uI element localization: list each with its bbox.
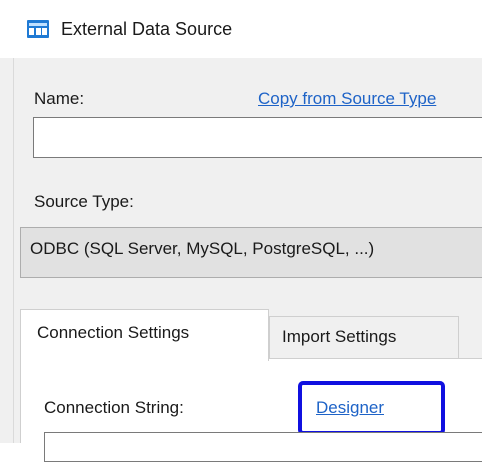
tab-connection-settings[interactable]: Connection Settings bbox=[20, 309, 269, 361]
source-type-label: Source Type: bbox=[34, 192, 134, 211]
external-data-table-icon bbox=[27, 20, 49, 38]
form-border bbox=[13, 58, 14, 443]
source-type-select[interactable]: ODBC (SQL Server, MySQL, PostgreSQL, ...… bbox=[20, 227, 482, 278]
name-field[interactable] bbox=[33, 117, 482, 158]
tab-import-settings[interactable]: Import Settings bbox=[269, 316, 459, 358]
window-title: External Data Source bbox=[61, 19, 233, 39]
connection-string-label: Connection String: bbox=[44, 398, 184, 417]
name-label: Name: bbox=[34, 89, 85, 108]
connection-string-field[interactable] bbox=[44, 432, 482, 462]
copy-from-source-type-link[interactable]: Copy from Source Type bbox=[258, 88, 482, 110]
designer-highlight-box bbox=[298, 381, 445, 435]
title-bar: External Data Source bbox=[0, 0, 482, 58]
